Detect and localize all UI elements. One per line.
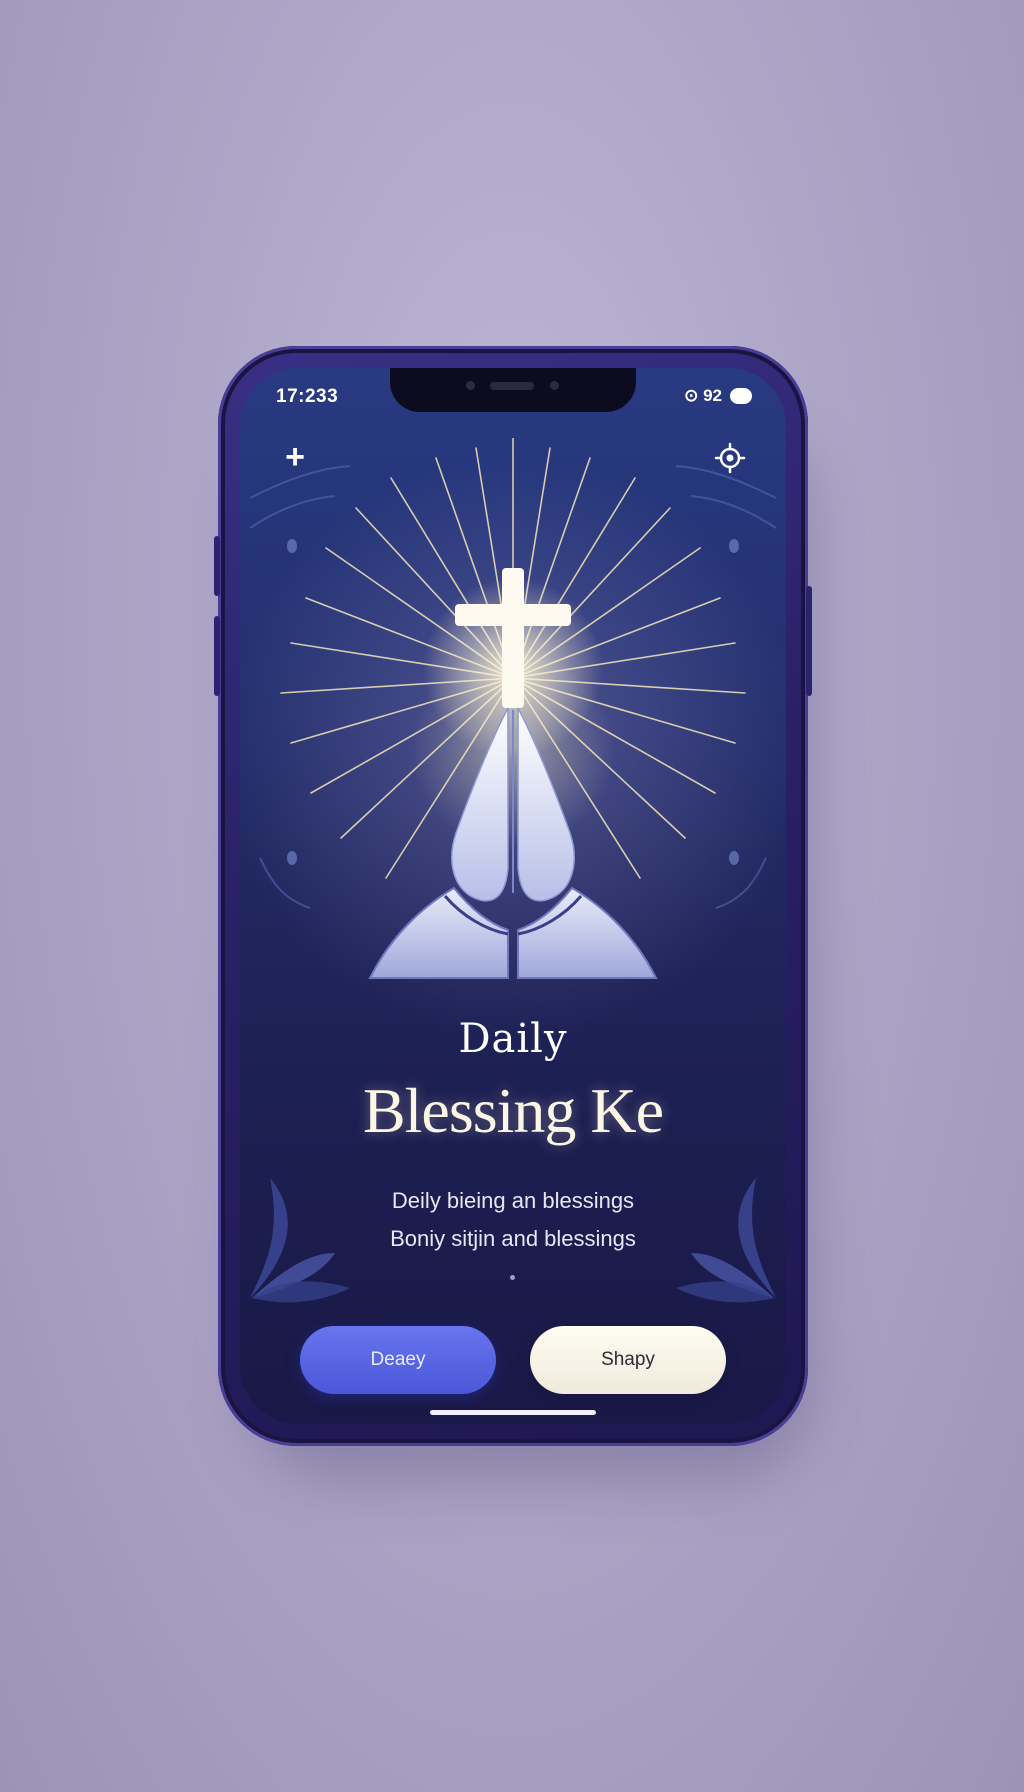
app-screen: 17:233 ⊙ 92 + Daily Blessing Ke Deily bi… [240, 368, 786, 1424]
camera-dot-left [466, 381, 475, 390]
camera-notch [390, 368, 636, 412]
battery-icon [730, 388, 752, 404]
home-indicator[interactable] [430, 1410, 596, 1415]
camera-dot-right [550, 381, 559, 390]
primary-button[interactable]: Deaey [300, 1326, 496, 1394]
share-button[interactable]: Shapy [530, 1326, 726, 1394]
volume-down-button [214, 616, 220, 696]
phone-frame: 17:233 ⊙ 92 + Daily Blessing Ke Deily bi… [214, 346, 812, 1446]
subtitle-line-1: Deily bieing an blessings [391, 1188, 635, 1213]
status-time: 17:233 [276, 386, 339, 407]
title-line-1: Daily [458, 1016, 568, 1062]
hero-illustration [249, 438, 777, 979]
speaker-grille [490, 382, 534, 390]
page-indicator-dot [510, 1275, 515, 1280]
power-button [806, 586, 812, 696]
status-signal-text: ⊙ 92 [684, 386, 722, 405]
volume-up-button [214, 536, 220, 596]
subtitle-line-2: Boniy sitjin and blessings [390, 1226, 636, 1251]
status-indicators: ⊙ 92 [684, 386, 752, 406]
title-line-2: Blessing Ke [362, 1075, 664, 1146]
praying-hands-icon [368, 707, 658, 979]
